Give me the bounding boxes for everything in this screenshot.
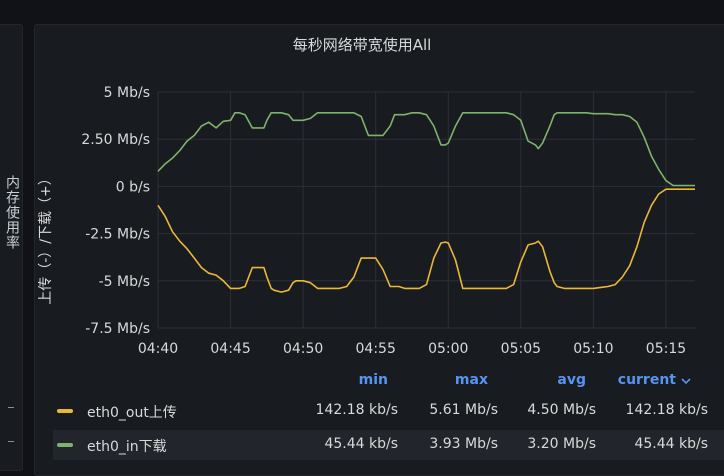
legend-header-avg[interactable]: avg	[536, 372, 586, 388]
y-tick-label: -5 Mb/s	[99, 274, 150, 290]
legend-header-max[interactable]: max	[438, 372, 488, 388]
legend-min-value: 142.18 kb/s	[315, 402, 398, 418]
x-tick-label: 04:55	[356, 341, 396, 357]
y-tick-label: -2.5 Mb/s	[85, 227, 150, 243]
legend-row-in[interactable]: eth0_in下载 45.44 kb/s 3.93 Mb/s 3.20 Mb/s…	[53, 430, 724, 460]
series-line	[157, 188, 695, 293]
legend-avg-value: 3.20 Mb/s	[527, 436, 596, 452]
y-tick-label: 0 b/s	[116, 179, 150, 195]
x-tick-label: 04:40	[138, 341, 178, 357]
x-tick-label: 05:15	[646, 341, 686, 357]
legend-min-value: 45.44 kb/s	[324, 436, 398, 452]
series-line	[157, 112, 695, 187]
legend-max-value: 5.61 Mb/s	[429, 402, 498, 418]
y-axis-label: 上传（-）/下载（+）	[38, 171, 54, 305]
chevron-down-icon[interactable]	[680, 376, 692, 386]
legend-current-value: 45.44 kb/s	[634, 436, 708, 452]
y-axis-label-wrap: 上传（-）/下载（+）	[30, 160, 60, 320]
y-tick-label: -7.5 Mb/s	[85, 321, 150, 337]
x-tick-label: 05:05	[501, 341, 541, 357]
y-tick-label: 2.50 Mb/s	[81, 132, 150, 148]
y-tick-label: 5 Mb/s	[104, 85, 150, 101]
legend-max-value: 3.93 Mb/s	[429, 436, 498, 452]
x-tick-label: 05:00	[428, 341, 468, 357]
x-tick-label: 04:50	[283, 341, 323, 357]
legend-swatch-in	[57, 443, 73, 447]
legend-row-out[interactable]: eth0_out上传 142.18 kb/s 5.61 Mb/s 4.50 Mb…	[53, 396, 724, 426]
legend-avg-value: 4.50 Mb/s	[527, 402, 596, 418]
legend-series-name[interactable]: eth0_out上传	[87, 402, 177, 422]
legend-series-name[interactable]: eth0_in下载	[87, 436, 167, 456]
legend-swatch-out	[57, 409, 73, 413]
legend-current-value: 142.18 kb/s	[625, 402, 708, 418]
x-tick-label: 05:10	[573, 341, 613, 357]
x-tick-label: 04:45	[210, 341, 250, 357]
legend-header-min[interactable]: min	[340, 372, 388, 388]
legend-header-current[interactable]: current	[600, 372, 676, 388]
